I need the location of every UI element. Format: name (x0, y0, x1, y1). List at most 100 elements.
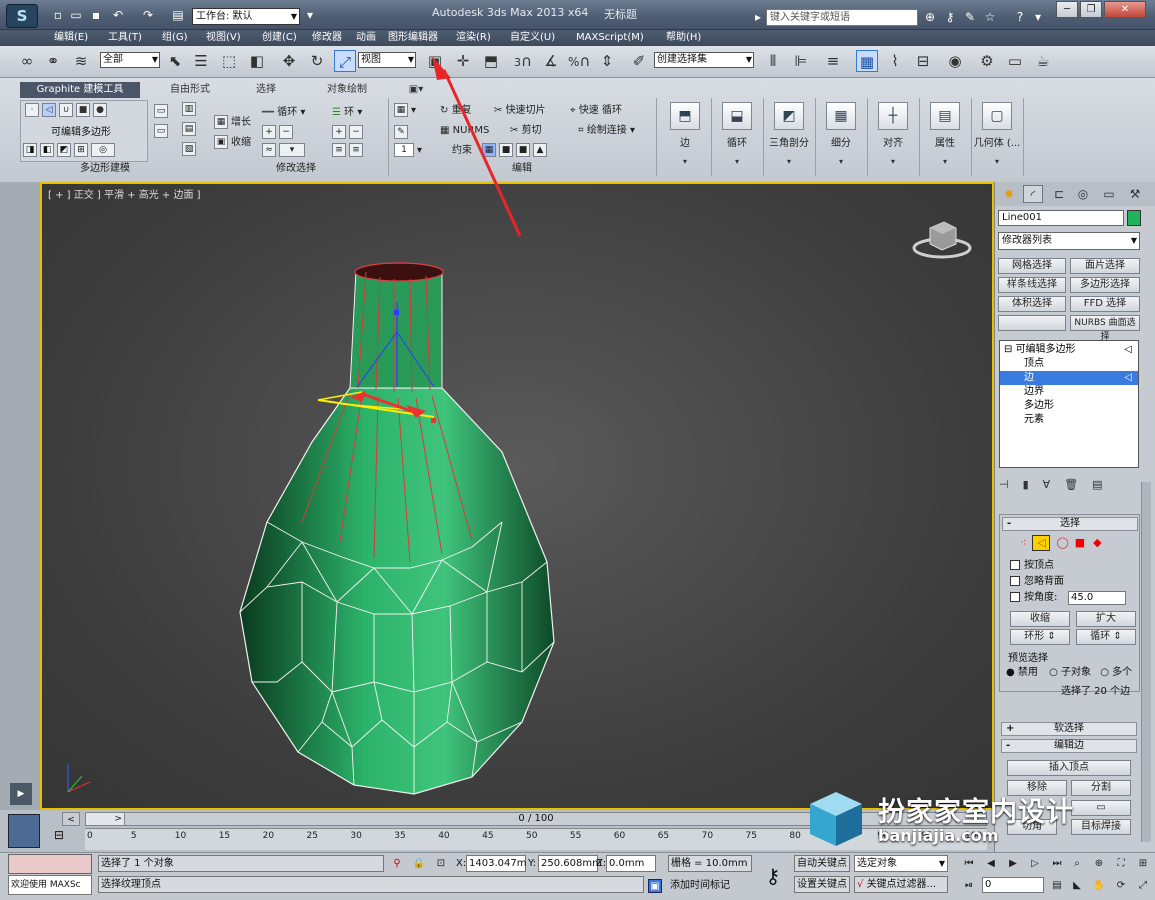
schematic-view-icon[interactable]: ⊟ (912, 50, 934, 72)
create-tab-icon[interactable]: ✹ (999, 185, 1019, 203)
object-name-field[interactable]: Line001 (998, 210, 1124, 226)
render-setup-icon[interactable]: ⚙ (976, 50, 998, 72)
quickslice-button[interactable]: ✂ 快速切片 (494, 102, 546, 119)
vertex-subobject-icon[interactable]: ⁖ (1020, 536, 1026, 549)
subdivision-panel-button[interactable]: ▦ 细分 ▾ (816, 96, 866, 166)
menu-modifiers[interactable]: 修改器 (312, 30, 342, 46)
menu-graph-editors[interactable]: 图形编辑器 (388, 30, 438, 46)
motion-tab-icon[interactable]: ◎ (1073, 185, 1093, 203)
ring-mode-button[interactable]: ≡ ≡ (332, 142, 366, 159)
vase-model[interactable] (42, 184, 992, 808)
grow-button[interactable]: 扩大 (1076, 611, 1136, 627)
key-icon[interactable]: ⚷ (942, 9, 958, 25)
auto-key-button[interactable]: 自动关键点 (794, 855, 850, 872)
workspace-dropdown[interactable]: 工作台: 默认 ▼ (192, 8, 300, 25)
stack-item-edge[interactable]: 边 ◁ (1000, 371, 1138, 385)
spinner-snap-icon[interactable]: ⇕ (596, 50, 618, 72)
constrain-normal-icon[interactable]: ▲ (533, 143, 547, 157)
hold-icon[interactable]: ▤ (170, 8, 186, 22)
nurbs-select-button[interactable]: NURBS 曲面选择 (1070, 315, 1140, 342)
extrude-settings-button[interactable]: ▭ (1071, 800, 1131, 816)
edit-edges-rollout-header[interactable]: - 编辑边 (1001, 739, 1137, 753)
open-file-icon[interactable]: ▭ (68, 8, 84, 22)
set-key-icon[interactable]: ⚷ (758, 857, 788, 895)
stack-icon-1[interactable]: ▭ (154, 104, 168, 118)
target-weld-button[interactable]: 目标焊接 (1071, 819, 1131, 835)
render-production-icon[interactable]: ☕ (1032, 50, 1054, 72)
preview-multi-radio[interactable]: ○ 多个 (1100, 667, 1132, 678)
nurms-button[interactable]: ▦ NURMS (440, 122, 489, 139)
maximize-button[interactable]: ❐ (1080, 1, 1102, 18)
by-vertex-checkbox[interactable]: 按顶点 (1010, 559, 1054, 573)
window-crossing-icon[interactable]: ◧ (246, 50, 268, 72)
perspective-viewport[interactable]: [ + ] 正交 ] 平滑 + 高光 + 边面 ] (40, 182, 994, 810)
modify-mode-icon[interactable]: ◨ (23, 143, 37, 157)
ffd-select-button[interactable]: FFD 选择 (1070, 296, 1140, 312)
show-end-result-icon[interactable]: ▮ (1023, 478, 1043, 491)
element-level-icon[interactable]: ● (93, 103, 107, 117)
select-manipulate-icon[interactable]: ✛ (452, 50, 474, 72)
time-config-icon[interactable]: ▤ (1050, 879, 1064, 893)
swiftloop-button[interactable]: ⌖ 快速 循环 (570, 102, 622, 119)
paint-connect-button[interactable]: ⌗ 绘制连接 ▾ (578, 122, 635, 139)
layer-manager-icon[interactable]: ≡ (822, 50, 844, 72)
loop-button[interactable]: 循环 ⇕ (1076, 629, 1136, 645)
maximize-viewport-icon[interactable]: ⤢ (1136, 879, 1150, 893)
mirror-icon[interactable]: ⫴ (762, 50, 784, 72)
absolute-mode-icon[interactable]: ⊡ (434, 857, 448, 871)
time-tag-icon[interactable]: ▣ (648, 879, 662, 893)
tools-icon[interactable]: ✎ (962, 9, 978, 25)
y-coordinate-field[interactable]: 250.608mm (538, 855, 602, 872)
quick-access-menu-icon[interactable]: ▾ (302, 8, 318, 22)
edge-level-icon[interactable]: ◁ (42, 103, 56, 117)
empty-modifier-button[interactable] (998, 315, 1066, 331)
ring-button[interactable]: ☰ 环 ▾ (332, 104, 362, 121)
rectangle-selection-icon[interactable]: ⬚ (218, 50, 240, 72)
stack-icon-4[interactable]: ▤ (182, 122, 196, 136)
menu-customize[interactable]: 自定义(U) (510, 30, 555, 46)
menu-maxscript[interactable]: MAXScript(M) (576, 30, 644, 46)
material-editor-icon[interactable]: ◉ (944, 50, 966, 72)
scale-icon[interactable]: ⤢ (334, 50, 356, 72)
help-dropdown-icon[interactable]: ▾ (1030, 9, 1046, 25)
named-selection-sets-dropdown[interactable]: 创建选择集 ▼ (654, 52, 754, 68)
new-file-icon[interactable]: ▫ (50, 8, 66, 22)
maxscript-listener-pink[interactable] (8, 854, 92, 874)
z-coordinate-field[interactable]: 0.0mm (606, 855, 656, 872)
expand-icon[interactable]: ▸ (750, 9, 766, 25)
constrain-face-icon[interactable]: ■ (516, 143, 530, 157)
app-logo-icon[interactable]: S (6, 4, 38, 28)
track-bar-toggle-icon[interactable]: ⊟ (46, 828, 72, 846)
stack-icon-2[interactable]: ▭ (154, 124, 168, 138)
edge-subobject-icon[interactable]: ◁ (1032, 535, 1051, 551)
play-icon[interactable]: ▶ (1006, 857, 1020, 871)
add-time-tag-label[interactable]: 添加时间标记 (670, 877, 730, 894)
spline-select-button[interactable]: 样条线选择 (998, 277, 1066, 293)
menu-tools[interactable]: 工具(T) (108, 30, 142, 46)
group-modify-selection[interactable]: 修改选择 (206, 162, 386, 176)
preview-disabled-radio[interactable]: ● 禁用 (1006, 667, 1038, 678)
ring-button[interactable]: 环形 ⇕ (1010, 629, 1070, 645)
reference-coordinate-dropdown[interactable]: 视图 ▼ (358, 52, 416, 68)
tab-selection[interactable]: 选择 (236, 82, 296, 98)
border-subobject-icon[interactable]: ◯ (1056, 536, 1068, 549)
stack-item-vertex[interactable]: 顶点 (1000, 357, 1138, 371)
maxscript-mini-listener[interactable]: 欢迎使用 MAXSc (8, 875, 92, 895)
soft-selection-rollout-header[interactable]: + 软选择 (1001, 722, 1137, 736)
group-edit[interactable]: 编辑 (394, 162, 650, 176)
group-polygon-modeling[interactable]: 多边形建模 (20, 162, 190, 176)
geometry-panel-button[interactable]: ▢ 几何体 (... ▾ (972, 96, 1022, 166)
poly-select-button[interactable]: 多边形选择 (1070, 277, 1140, 293)
keyboard-shortcut-override-icon[interactable]: ⬒ (480, 50, 502, 72)
stack-icon-3[interactable]: ▥ (182, 102, 196, 116)
tab-freeform[interactable]: 自由形式 (150, 82, 230, 98)
ignore-backface-checkbox[interactable]: 忽略背面 (1010, 575, 1064, 589)
border-level-icon[interactable]: ∪ (59, 103, 73, 117)
align-panel-button[interactable]: ┼ 对齐 ▾ (868, 96, 918, 166)
prev-frame-icon[interactable]: ◀ (984, 857, 998, 871)
time-slider-prev[interactable]: < (62, 812, 80, 826)
menu-view[interactable]: 视图(V) (206, 30, 241, 46)
favorites-star-icon[interactable]: ☆ (982, 9, 998, 25)
preview-subobj-radio[interactable]: ○ 子对象 (1049, 667, 1091, 678)
x-coordinate-field[interactable]: 1403.047m (466, 855, 526, 872)
